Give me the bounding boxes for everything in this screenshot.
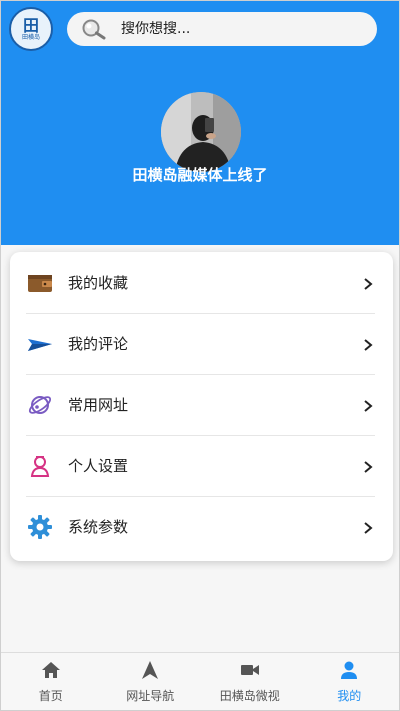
menu-item-favorites[interactable]: 我的收藏 xyxy=(10,252,375,313)
menu-item-label: 个人设置 xyxy=(68,457,129,475)
navigation-icon xyxy=(140,660,160,684)
tab-video[interactable]: 田横岛微视 xyxy=(200,653,300,710)
bottom-tab-bar: 首页 网址导航 田横岛微视 我的 xyxy=(1,652,399,710)
search-input[interactable] xyxy=(121,21,341,37)
logo-seal-icon: 田 xyxy=(22,15,39,35)
paper-plane-icon xyxy=(26,330,54,358)
home-icon xyxy=(41,660,61,684)
tab-mine[interactable]: 我的 xyxy=(300,653,400,710)
chevron-right-icon xyxy=(363,337,373,351)
tab-label: 我的 xyxy=(337,688,362,703)
video-icon xyxy=(240,660,260,684)
wallet-icon xyxy=(26,269,54,297)
avatar[interactable] xyxy=(161,92,241,172)
tab-navigation[interactable]: 网址导航 xyxy=(101,653,201,710)
logo-text: 田横岛 xyxy=(21,33,40,41)
tab-label: 网址导航 xyxy=(126,688,175,703)
user-icon xyxy=(339,660,359,684)
planet-icon xyxy=(26,391,54,419)
menu-item-label: 我的收藏 xyxy=(68,274,129,292)
chevron-right-icon xyxy=(363,459,373,473)
menu-item-bookmarks[interactable]: 常用网址 xyxy=(10,374,375,435)
menu-item-label: 常用网址 xyxy=(68,396,129,414)
chevron-right-icon xyxy=(363,398,373,412)
menu-item-label: 系统参数 xyxy=(68,518,129,536)
menu-item-label: 我的评论 xyxy=(68,335,129,353)
menu-item-settings[interactable]: 个人设置 xyxy=(10,435,375,496)
tab-home[interactable]: 首页 xyxy=(1,653,101,710)
person-icon xyxy=(26,452,54,480)
chevron-right-icon xyxy=(363,276,373,290)
tab-label: 首页 xyxy=(38,688,63,703)
username: 田横岛融媒体上线了 xyxy=(132,166,268,184)
chevron-right-icon xyxy=(363,520,373,534)
app-logo[interactable]: 田 田横岛 xyxy=(9,7,53,51)
gear-icon xyxy=(26,513,54,541)
search-icon xyxy=(81,18,107,40)
profile-header: 田 田横岛 田横岛融媒体上线了 xyxy=(1,1,399,245)
search-bar[interactable] xyxy=(67,12,377,46)
tab-label: 田横岛微视 xyxy=(219,688,280,703)
menu-card: 我的收藏 我的评论 常用网址 个人设置 系统参数 xyxy=(10,252,393,561)
menu-item-comments[interactable]: 我的评论 xyxy=(10,313,375,374)
menu-item-system-params[interactable]: 系统参数 xyxy=(10,496,375,557)
